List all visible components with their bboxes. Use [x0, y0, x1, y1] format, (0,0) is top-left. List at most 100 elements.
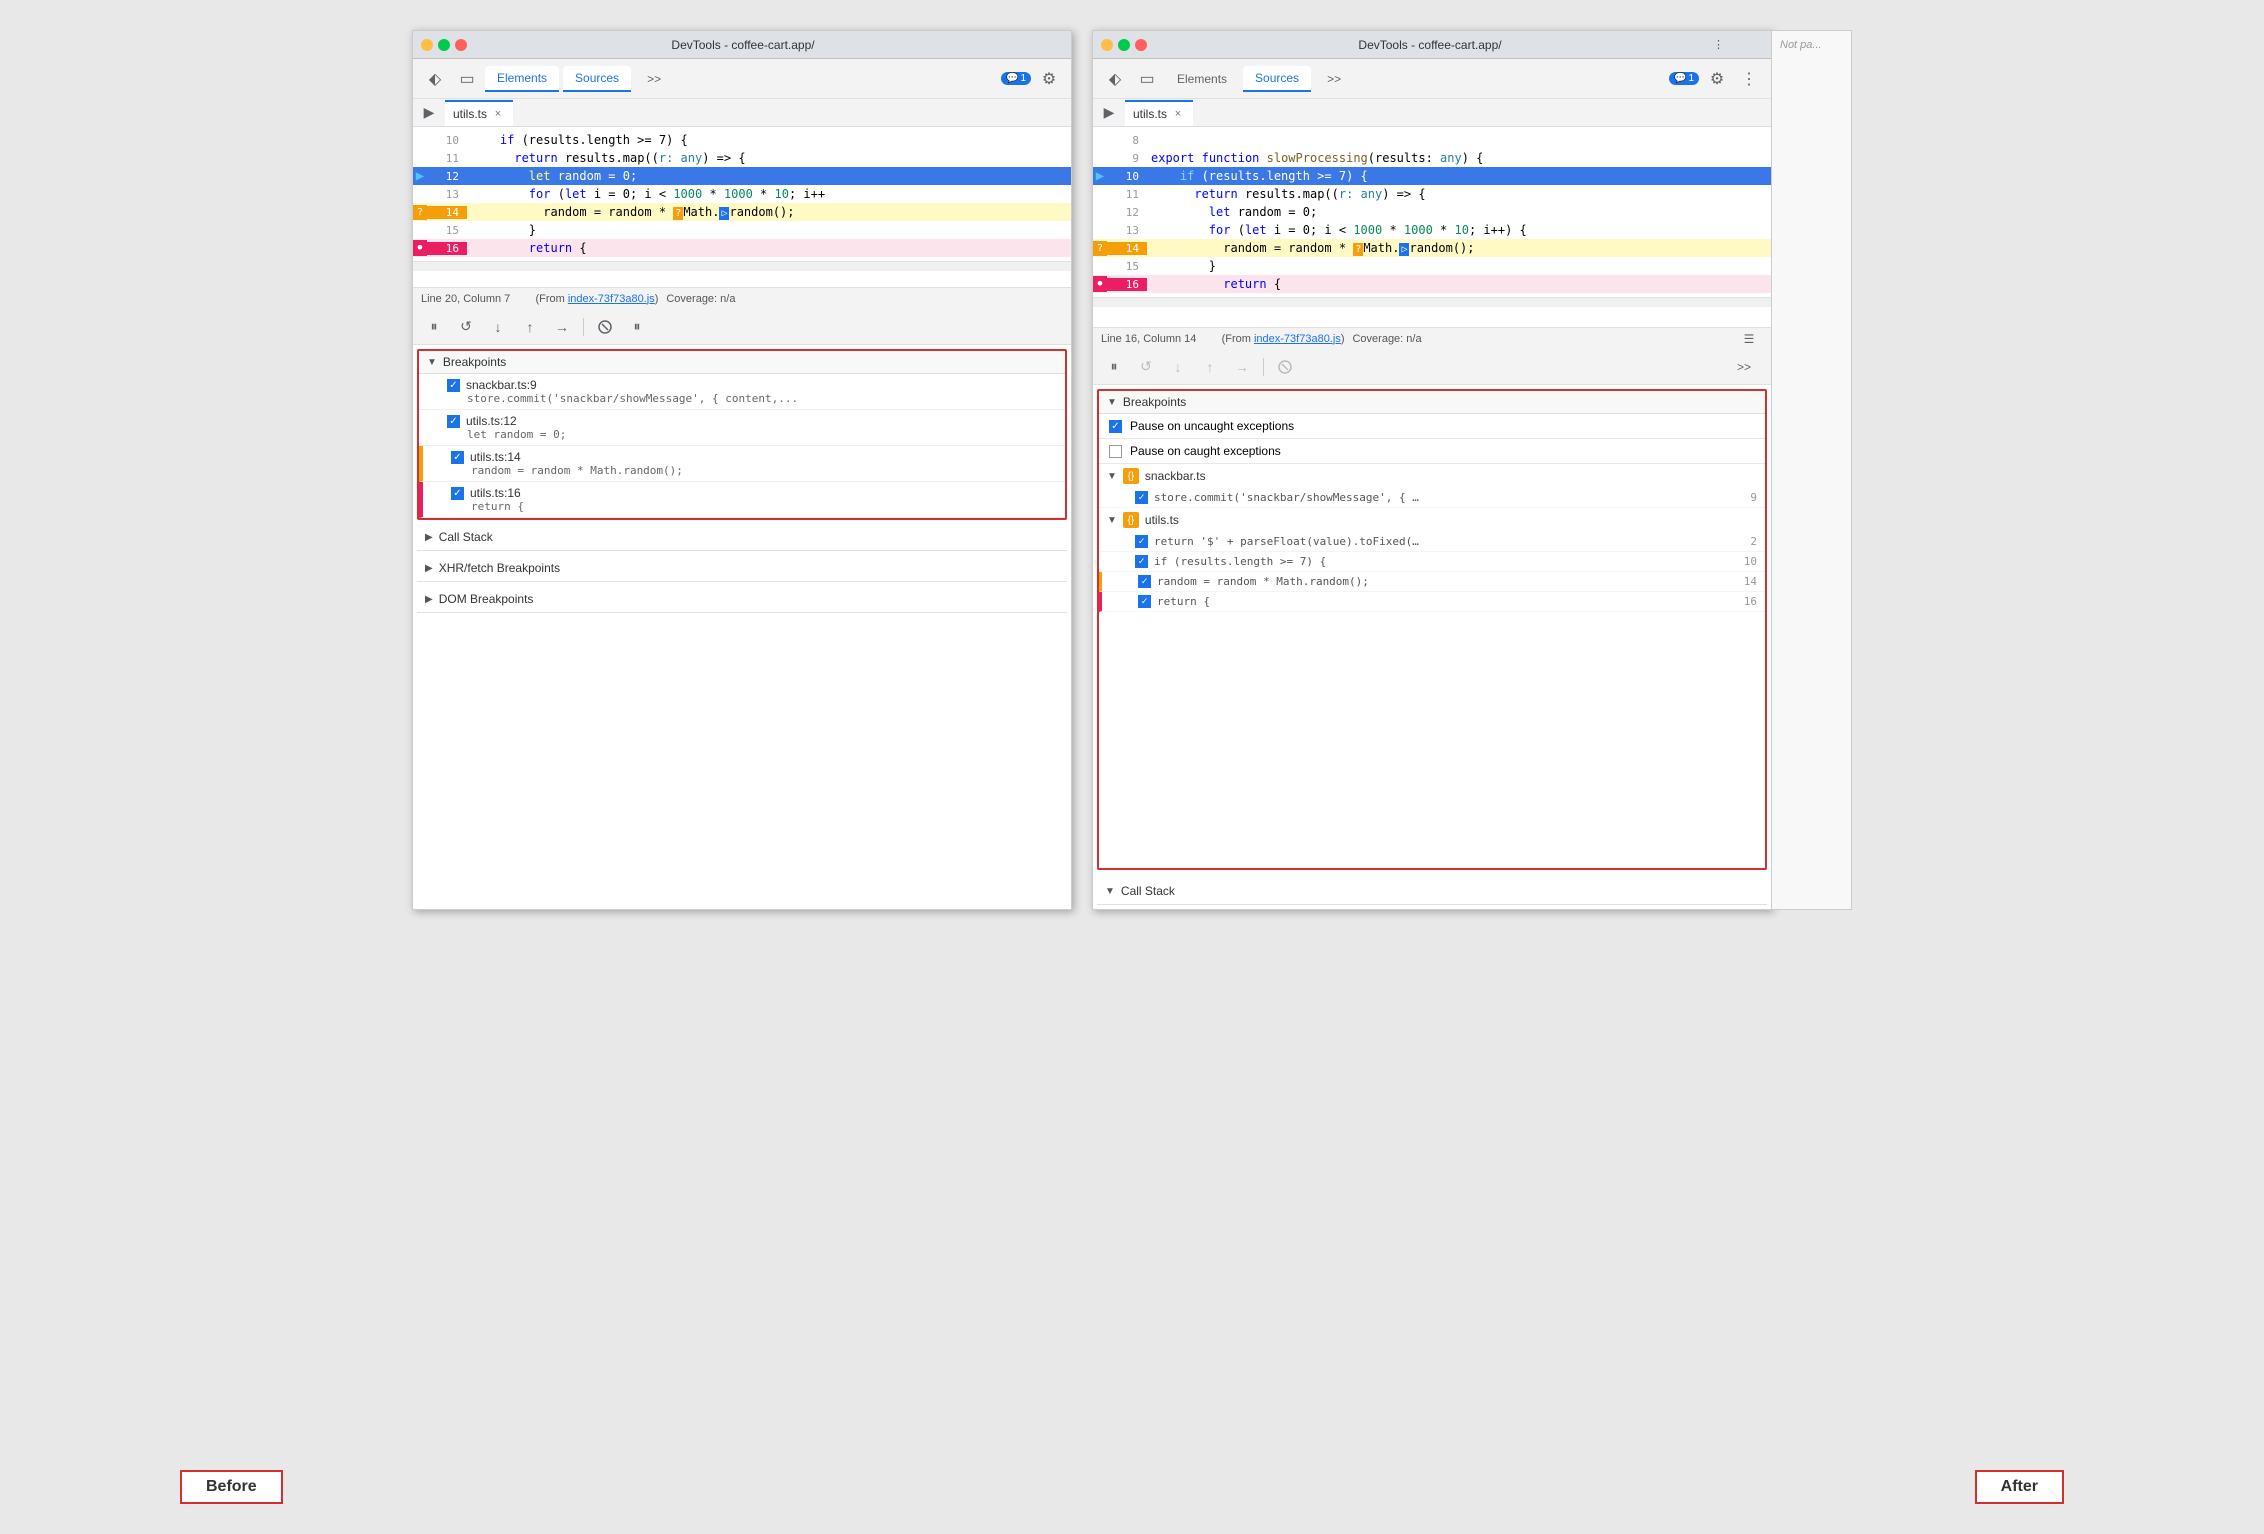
code-line-9-after: 9 export function slowProcessing(results… [1093, 149, 1771, 167]
dom-header-before[interactable]: ▶ DOM Breakpoints [417, 586, 1067, 613]
cursor-icon-after[interactable]: ⬖ [1101, 65, 1129, 93]
top-toolbar-after: ⬖ ▭ Elements Sources >> 💬 1 ⚙ ⋮ [1093, 59, 1771, 99]
code-line-16-before: • 16 return { [413, 239, 1071, 257]
h-scrollbar-before[interactable] [413, 261, 1071, 271]
bp-snackbar-item-1: ✓ store.commit('snackbar/showMessage', {… [1099, 488, 1765, 508]
after-panel: DevTools - coffee-cart.app/ ⋮ ⬖ ▭ Elemen… [1092, 30, 1772, 910]
breakpoints-toggle-before[interactable] [592, 314, 618, 340]
more-debug-btn[interactable]: >> [1725, 354, 1763, 380]
h-scrollbar-after[interactable] [1093, 297, 1771, 307]
file-tab-bar-before: ▶ utils.ts × [413, 99, 1071, 127]
minimize-btn[interactable] [421, 39, 433, 51]
status-bar-after: Line 16, Column 14 (From index-73f73a80.… [1093, 327, 1771, 349]
pause-btn-before[interactable]: ⏸ [421, 314, 447, 340]
code-line-15-after: 15 } [1093, 257, 1771, 275]
close-btn-after[interactable] [1135, 39, 1147, 51]
dom-section-before: ▶ DOM Breakpoints [417, 586, 1067, 613]
title-bar-before: DevTools - coffee-cart.app/ [413, 31, 1071, 59]
window-title: DevTools - coffee-cart.app/ [467, 38, 1019, 52]
bp-item-utils12-before: ✓ utils.ts:12 let random = 0; [419, 410, 1065, 446]
source-link-before[interactable]: index-73f73a80.js [568, 293, 655, 305]
step-into-btn-after[interactable]: ↓ [1165, 354, 1191, 380]
bp-file-utils16-before: utils.ts:16 [470, 486, 521, 500]
window-title-after: DevTools - coffee-cart.app/ [1147, 38, 1713, 52]
xhr-header-before[interactable]: ▶ XHR/fetch Breakpoints [417, 555, 1067, 582]
bp-utils-check-3[interactable]: ✓ [1138, 575, 1151, 588]
code-line-12-after: 12 let random = 0; [1093, 203, 1771, 221]
breakpoints-toggle-after[interactable] [1272, 354, 1298, 380]
sep1-before [583, 318, 584, 336]
bp-code-utils12-before: let random = 0; [447, 428, 1057, 441]
bp-utils-check-1[interactable]: ✓ [1135, 535, 1148, 548]
source-link-after[interactable]: index-73f73a80.js [1254, 333, 1341, 345]
notification-badge-after[interactable]: 💬 1 [1669, 72, 1699, 85]
bp-group-utils-header[interactable]: ▼ {} utils.ts [1099, 508, 1765, 532]
bp-snackbar-check-1[interactable]: ✓ [1135, 491, 1148, 504]
bp-check-utils16-before[interactable]: ✓ [451, 487, 464, 500]
call-stack-header-after[interactable]: ▼ Call Stack [1097, 878, 1767, 905]
tab-sources-after[interactable]: Sources [1243, 66, 1311, 92]
tab-elements-after[interactable]: Elements [1165, 66, 1239, 92]
bp-utils-item-3: ✓ random = random * Math.random(); 14 [1099, 572, 1765, 592]
step-out-btn-after[interactable]: ↑ [1197, 354, 1223, 380]
notification-badge-before[interactable]: 💬 1 [1001, 72, 1031, 85]
step-into-btn-before[interactable]: ↓ [485, 314, 511, 340]
file-tab-before: utils.ts × [445, 100, 513, 126]
bp-check-utils14-before[interactable]: ✓ [451, 451, 464, 464]
step-over-btn-before[interactable]: ↺ [453, 314, 479, 340]
bp-check-snackbar-before[interactable]: ✓ [447, 379, 460, 392]
tab-sources-before[interactable]: Sources [563, 66, 631, 92]
minimize-btn-after[interactable] [1101, 39, 1113, 51]
bp-utils-check-4[interactable]: ✓ [1138, 595, 1151, 608]
code-line-13-before: 13 for (let i = 0; i < 1000 * 1000 * 10;… [413, 185, 1071, 203]
cursor-icon[interactable]: ⬖ [421, 65, 449, 93]
toggle-sidebar-after[interactable]: ▶ [1097, 101, 1121, 125]
settings-icon-before[interactable]: ⚙ [1035, 65, 1063, 93]
tab-more-after[interactable]: >> [1315, 66, 1353, 92]
utils-icon: {} [1123, 512, 1139, 528]
maximize-btn-after[interactable] [1118, 39, 1130, 51]
tab-elements-before[interactable]: Elements [485, 66, 559, 92]
tab-more-before[interactable]: >> [635, 66, 673, 92]
code-line-10-after: ▶ 10 if (results.length >= 7) { [1093, 167, 1771, 185]
pause-btn-after[interactable]: ⏸ [1101, 354, 1127, 380]
file-tab-after: utils.ts × [1125, 100, 1193, 126]
settings-icon-after[interactable]: ⚙ [1703, 65, 1731, 93]
breakpoints-title-before: Breakpoints [443, 355, 506, 369]
pause-caught-item: Pause on caught exceptions [1099, 439, 1765, 464]
line-col-after: Line 16, Column 14 [1101, 333, 1196, 345]
debug-toolbar-after: ⏸ ↺ ↓ ↑ → >> [1093, 349, 1771, 385]
code-line-11-after: 11 return results.map((r: any) => { [1093, 185, 1771, 203]
pause-caught-check[interactable] [1109, 445, 1122, 458]
code-editor-after: 8 9 export function slowProcessing(resul… [1093, 127, 1771, 327]
code-line-16-after: • 16 return { [1093, 275, 1771, 293]
breakpoints-header-before[interactable]: ▼ Breakpoints [419, 351, 1065, 374]
top-toolbar-before: ⬖ ▭ Elements Sources >> 💬 1 ⚙ [413, 59, 1071, 99]
toggle-sidebar-before[interactable]: ▶ [417, 101, 441, 125]
pause-uncaught-check[interactable]: ✓ [1109, 420, 1122, 433]
title-bar-after: DevTools - coffee-cart.app/ ⋮ [1093, 31, 1771, 59]
bp-check-utils12-before[interactable]: ✓ [447, 415, 460, 428]
device-icon[interactable]: ▭ [453, 65, 481, 93]
call-stack-header-before[interactable]: ▶ Call Stack [417, 524, 1067, 551]
breakpoints-header-after[interactable]: ▼ Breakpoints [1099, 391, 1765, 414]
call-stack-label-after: Call Stack [1121, 884, 1175, 898]
file-tab-close-before[interactable]: × [491, 107, 505, 121]
maximize-btn[interactable] [438, 39, 450, 51]
step-btn-after[interactable]: → [1229, 354, 1255, 380]
file-tab-close-after[interactable]: × [1171, 107, 1185, 121]
pause-uncaught-label: Pause on uncaught exceptions [1130, 419, 1294, 433]
step-out-btn-before[interactable]: ↑ [517, 314, 543, 340]
code-line-14-after: ? 14 random = random * ?Math.▷random(); [1093, 239, 1771, 257]
step-btn-before[interactable]: → [549, 314, 575, 340]
code-line-15-before: 15 } [413, 221, 1071, 239]
not-paused-label: Not pa... [1776, 35, 1847, 55]
step-over-btn-after[interactable]: ↺ [1133, 354, 1159, 380]
close-btn[interactable] [455, 39, 467, 51]
bp-item-utils16-before: ✓ utils.ts:16 return { [419, 482, 1065, 518]
bp-utils-check-2[interactable]: ✓ [1135, 555, 1148, 568]
bp-group-snackbar-header[interactable]: ▼ {} snackbar.ts [1099, 464, 1765, 488]
device-icon-after[interactable]: ▭ [1133, 65, 1161, 93]
more-icon-after[interactable]: ⋮ [1735, 65, 1763, 93]
async-btn-before[interactable]: ⏸ [624, 314, 650, 340]
